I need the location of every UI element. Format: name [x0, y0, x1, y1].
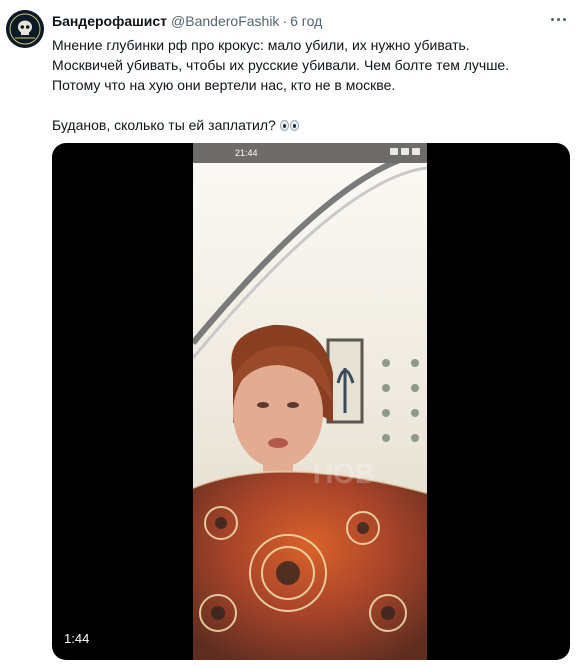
- user-handle[interactable]: @BanderoFashik: [171, 13, 279, 29]
- tweet-timestamp[interactable]: 6 год: [290, 13, 322, 29]
- tweet-text: Мнение глубинки рф про крокус: мало убил…: [52, 35, 572, 136]
- tweet-text-line: Потому что на хую они вертели нас, кто н…: [52, 77, 396, 93]
- tweet-text-line: Москвичей убивать, чтобы их русские убив…: [52, 57, 510, 73]
- tweet: Бандерофашист @BanderoFashik · 6 год Мне…: [0, 0, 586, 668]
- separator-dot: ·: [282, 13, 288, 29]
- display-name[interactable]: Бандерофашист: [52, 13, 167, 29]
- video-duration: 1:44: [64, 631, 90, 646]
- more-dots-icon[interactable]: [546, 9, 570, 29]
- video-player[interactable]: НОВ 21:44 1:44: [52, 143, 570, 660]
- eyes-emoji: [279, 116, 300, 136]
- video-play-area[interactable]: [52, 143, 570, 660]
- avatar[interactable]: [6, 10, 44, 48]
- tweet-header: Бандерофашист @BanderoFashik · 6 год: [52, 11, 322, 31]
- tweet-question: Буданов, сколько ты ей заплатил?: [52, 115, 572, 136]
- tweet-text-line: Мнение глубинки рф про крокус: мало убил…: [52, 37, 470, 53]
- tweet-question-text: Буданов, сколько ты ей заплатил?: [52, 117, 276, 133]
- skull-avatar-icon: [6, 10, 44, 48]
